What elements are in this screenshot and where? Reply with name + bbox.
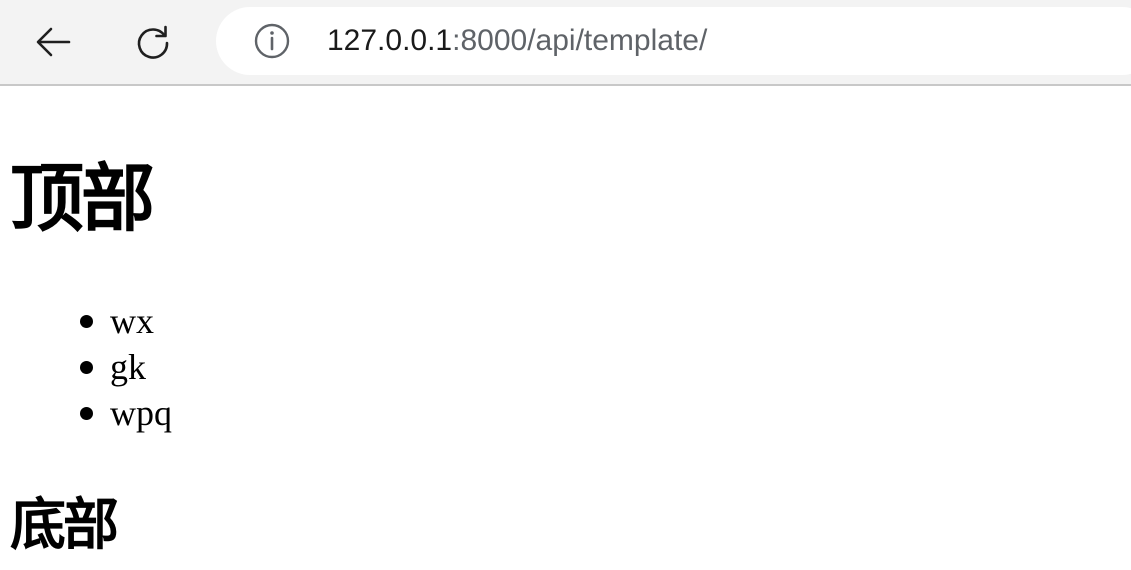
list-item-label: wx [110, 301, 154, 341]
address-bar[interactable]: 127.0.0.1:8000/api/template/ [216, 7, 1131, 75]
list-item: gk [0, 344, 172, 390]
bullet [80, 407, 93, 420]
top-heading: 顶部 [10, 156, 155, 242]
url-host: 127.0.0.1 [327, 24, 453, 57]
list-item-label: wpq [110, 393, 172, 433]
list-item: wpq [0, 390, 172, 436]
list-item: wx [0, 298, 172, 344]
item-list: wx gk wpq [0, 298, 172, 436]
browser-toolbar: 127.0.0.1:8000/api/template/ [0, 0, 1131, 86]
back-arrow-icon [36, 27, 71, 57]
page-content: 顶部 wx gk wpq 底部 [0, 86, 1131, 570]
url-path: :8000/api/template/ [452, 24, 708, 57]
reload-button[interactable] [131, 20, 175, 64]
info-icon[interactable] [254, 23, 290, 59]
back-button[interactable] [31, 20, 75, 64]
bullet [80, 315, 93, 328]
url-text[interactable]: 127.0.0.1:8000/api/template/ [327, 21, 707, 61]
bullet [80, 361, 93, 374]
bottom-heading: 底部 [10, 493, 119, 558]
list-item-label: gk [110, 347, 146, 387]
reload-icon [137, 25, 169, 59]
